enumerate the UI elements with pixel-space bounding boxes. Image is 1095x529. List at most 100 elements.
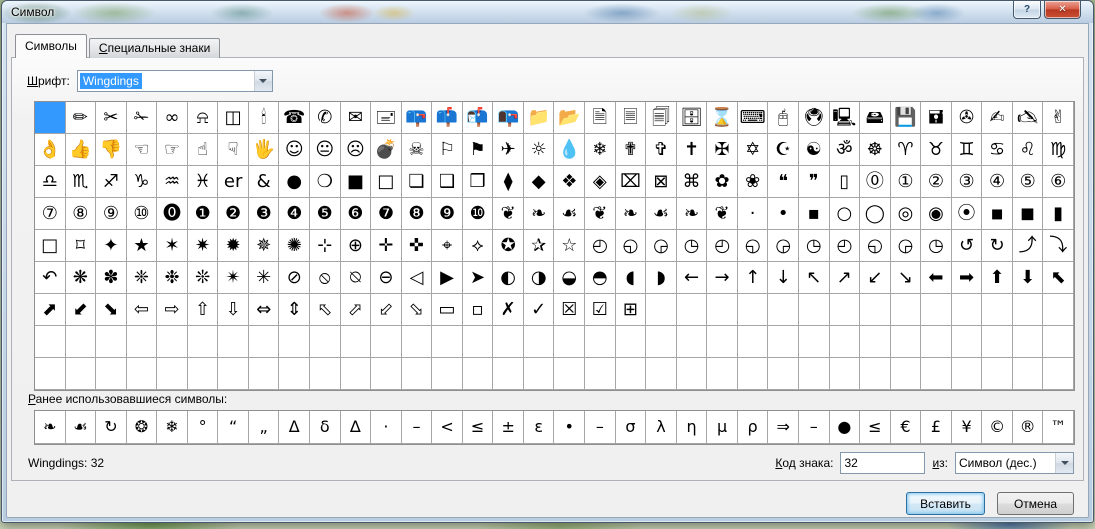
symbol-cell[interactable]: ✆ — [310, 102, 341, 134]
symbol-cell[interactable]: ⌑ — [65, 230, 97, 262]
symbol-cell[interactable]: ❒ — [462, 166, 494, 198]
recent-symbol-cell[interactable]: – — [401, 411, 433, 444]
symbol-cell[interactable]: ✶ — [157, 230, 188, 262]
symbol-cell[interactable]: ☆ — [554, 230, 586, 262]
symbol-cell[interactable]: ② — [921, 166, 952, 198]
symbol-cell[interactable]: ☹ — [340, 134, 372, 166]
symbol-cell[interactable]: ⟡ — [462, 230, 494, 262]
symbol-cell[interactable]: ☸ — [860, 134, 891, 166]
symbol-cell[interactable]: ⬋ — [65, 294, 97, 326]
symbol-cell[interactable]: ❸ — [248, 198, 280, 230]
symbol-cell[interactable]: ⬊ — [96, 294, 127, 326]
symbol-cell[interactable]: ✷ — [187, 230, 219, 262]
recent-symbol-cell[interactable]: ● — [829, 411, 861, 444]
symbol-cell[interactable]: ✌ — [1043, 102, 1074, 134]
symbol-cell[interactable]: ✜ — [401, 230, 433, 262]
symbol-cell[interactable]: 🖰 — [768, 102, 799, 134]
symbol-cell[interactable]: ❦ — [493, 198, 524, 230]
symbol-cell[interactable]: ♓ — [187, 166, 219, 198]
symbol-cell[interactable]: ❄ — [585, 134, 616, 166]
symbol-cell[interactable]: ◗ — [646, 262, 677, 294]
recent-symbol-cell[interactable]: ∆ — [340, 411, 372, 444]
symbol-cell[interactable]: ◶ — [768, 230, 799, 262]
recent-symbol-cell[interactable]: σ — [615, 411, 647, 444]
symbol-cell[interactable]: ⊠ — [646, 166, 677, 198]
symbol-cell[interactable]: ✏ — [65, 102, 97, 134]
symbol-cell[interactable]: ↑ — [737, 262, 769, 294]
symbol-cell[interactable]: • — [768, 198, 799, 230]
symbol-cell[interactable]: ☼ — [523, 134, 555, 166]
symbol-cell[interactable]: ⇔ — [248, 294, 280, 326]
symbol-cell[interactable]: 🖳 — [829, 102, 861, 134]
symbol-cell[interactable]: 🖬 — [921, 102, 952, 134]
symbol-cell[interactable]: ☞ — [157, 134, 188, 166]
symbol-cell[interactable]: ♑ — [126, 166, 158, 198]
symbol-cell[interactable] — [35, 102, 66, 134]
symbol-cell[interactable]: 📂 — [554, 102, 586, 134]
symbol-cell[interactable]: ⬉ — [1043, 262, 1074, 294]
symbol-cell[interactable]: ❧ — [676, 198, 708, 230]
symbol-cell[interactable]: ◶ — [646, 230, 677, 262]
symbol-cell[interactable]: ▮ — [1043, 198, 1074, 230]
recent-symbol-cell[interactable]: ® — [1012, 411, 1044, 444]
symbol-cell[interactable]: ⦿ — [951, 198, 983, 230]
symbol-cell[interactable]: 📁 — [523, 102, 555, 134]
symbol-cell[interactable]: 🕯 — [248, 102, 280, 134]
symbol-cell[interactable]: ➡ — [951, 262, 983, 294]
symbol-cell[interactable]: ↗ — [829, 262, 861, 294]
symbol-cell[interactable]: ❑ — [432, 166, 463, 198]
recent-symbol-cell[interactable]: ≤ — [860, 411, 891, 444]
recent-symbol-cell[interactable]: ≤ — [462, 411, 494, 444]
symbol-cell[interactable]: 💾 — [890, 102, 922, 134]
symbol-cell[interactable]: ⬆ — [982, 262, 1013, 294]
symbol-cell[interactable]: ❺ — [310, 198, 341, 230]
symbol-cell[interactable]: ⑩ — [126, 198, 158, 230]
symbol-cell[interactable]: ☯ — [798, 134, 830, 166]
symbol-cell[interactable]: ⌘ — [676, 166, 708, 198]
symbol-cell[interactable]: ☟ — [218, 134, 249, 166]
symbol-cell[interactable]: ❧ — [615, 198, 647, 230]
symbol-cell[interactable]: ✹ — [218, 230, 249, 262]
symbol-cell[interactable]: ↶ — [35, 262, 66, 294]
symbol-cell[interactable]: ◒ — [554, 262, 586, 294]
symbol-cell[interactable]: ◖ — [615, 262, 647, 294]
symbol-cell[interactable]: ◷ — [676, 230, 708, 262]
symbol-cell[interactable]: ⌖ — [432, 230, 463, 262]
symbol-cell[interactable]: □ — [35, 230, 66, 262]
symbol-cell[interactable]: ❦ — [707, 198, 738, 230]
recent-symbol-cell[interactable]: δ — [310, 411, 341, 444]
char-code-input[interactable] — [840, 452, 926, 474]
recent-symbol-cell[interactable]: ¥ — [951, 411, 983, 444]
symbol-cell[interactable]: ❀ — [737, 166, 769, 198]
symbol-cell[interactable]: ☒ — [554, 294, 586, 326]
symbol-cell[interactable]: ⓪ — [860, 166, 891, 198]
symbol-cell[interactable]: ◎ — [890, 198, 922, 230]
symbol-cell[interactable]: 👍 — [65, 134, 97, 166]
symbol-cell[interactable]: ⑨ — [96, 198, 127, 230]
symbol-cell[interactable]: ◉ — [921, 198, 952, 230]
symbol-cell[interactable]: ④ — [982, 166, 1013, 198]
symbol-cell[interactable]: 🖲 — [798, 102, 830, 134]
symbol-cell[interactable]: ⌛ — [707, 102, 738, 134]
symbol-cell[interactable]: ➤ — [462, 262, 494, 294]
symbol-cell[interactable]: ✽ — [96, 262, 127, 294]
symbol-cell[interactable]: ✵ — [248, 230, 280, 262]
symbol-cell[interactable]: ✦ — [96, 230, 127, 262]
symbol-cell[interactable]: ✳ — [248, 262, 280, 294]
symbol-cell[interactable]: ⑤ — [1012, 166, 1044, 198]
recent-symbol-cell[interactable]: • — [554, 411, 586, 444]
symbol-cell[interactable]: ❼ — [371, 198, 402, 230]
symbol-cell[interactable]: 🖐 — [248, 134, 280, 166]
symbol-cell[interactable]: ↙ — [860, 262, 891, 294]
tab-symbols[interactable]: Символы — [15, 34, 87, 58]
symbol-cell[interactable]: ⍉ — [340, 262, 372, 294]
symbol-cell[interactable]: ✁ — [126, 102, 158, 134]
symbol-cell[interactable]: ⇦ — [126, 294, 158, 326]
symbol-cell[interactable]: ✓ — [523, 294, 555, 326]
recent-symbol-cell[interactable]: ™ — [1043, 411, 1074, 444]
symbol-cell[interactable]: ✿ — [707, 166, 738, 198]
symbol-cell[interactable]: ✈ — [493, 134, 524, 166]
symbol-cell[interactable]: ▶ — [432, 262, 463, 294]
symbol-cell[interactable]: ☪ — [768, 134, 799, 166]
symbol-cell[interactable]: ◾ — [982, 198, 1013, 230]
